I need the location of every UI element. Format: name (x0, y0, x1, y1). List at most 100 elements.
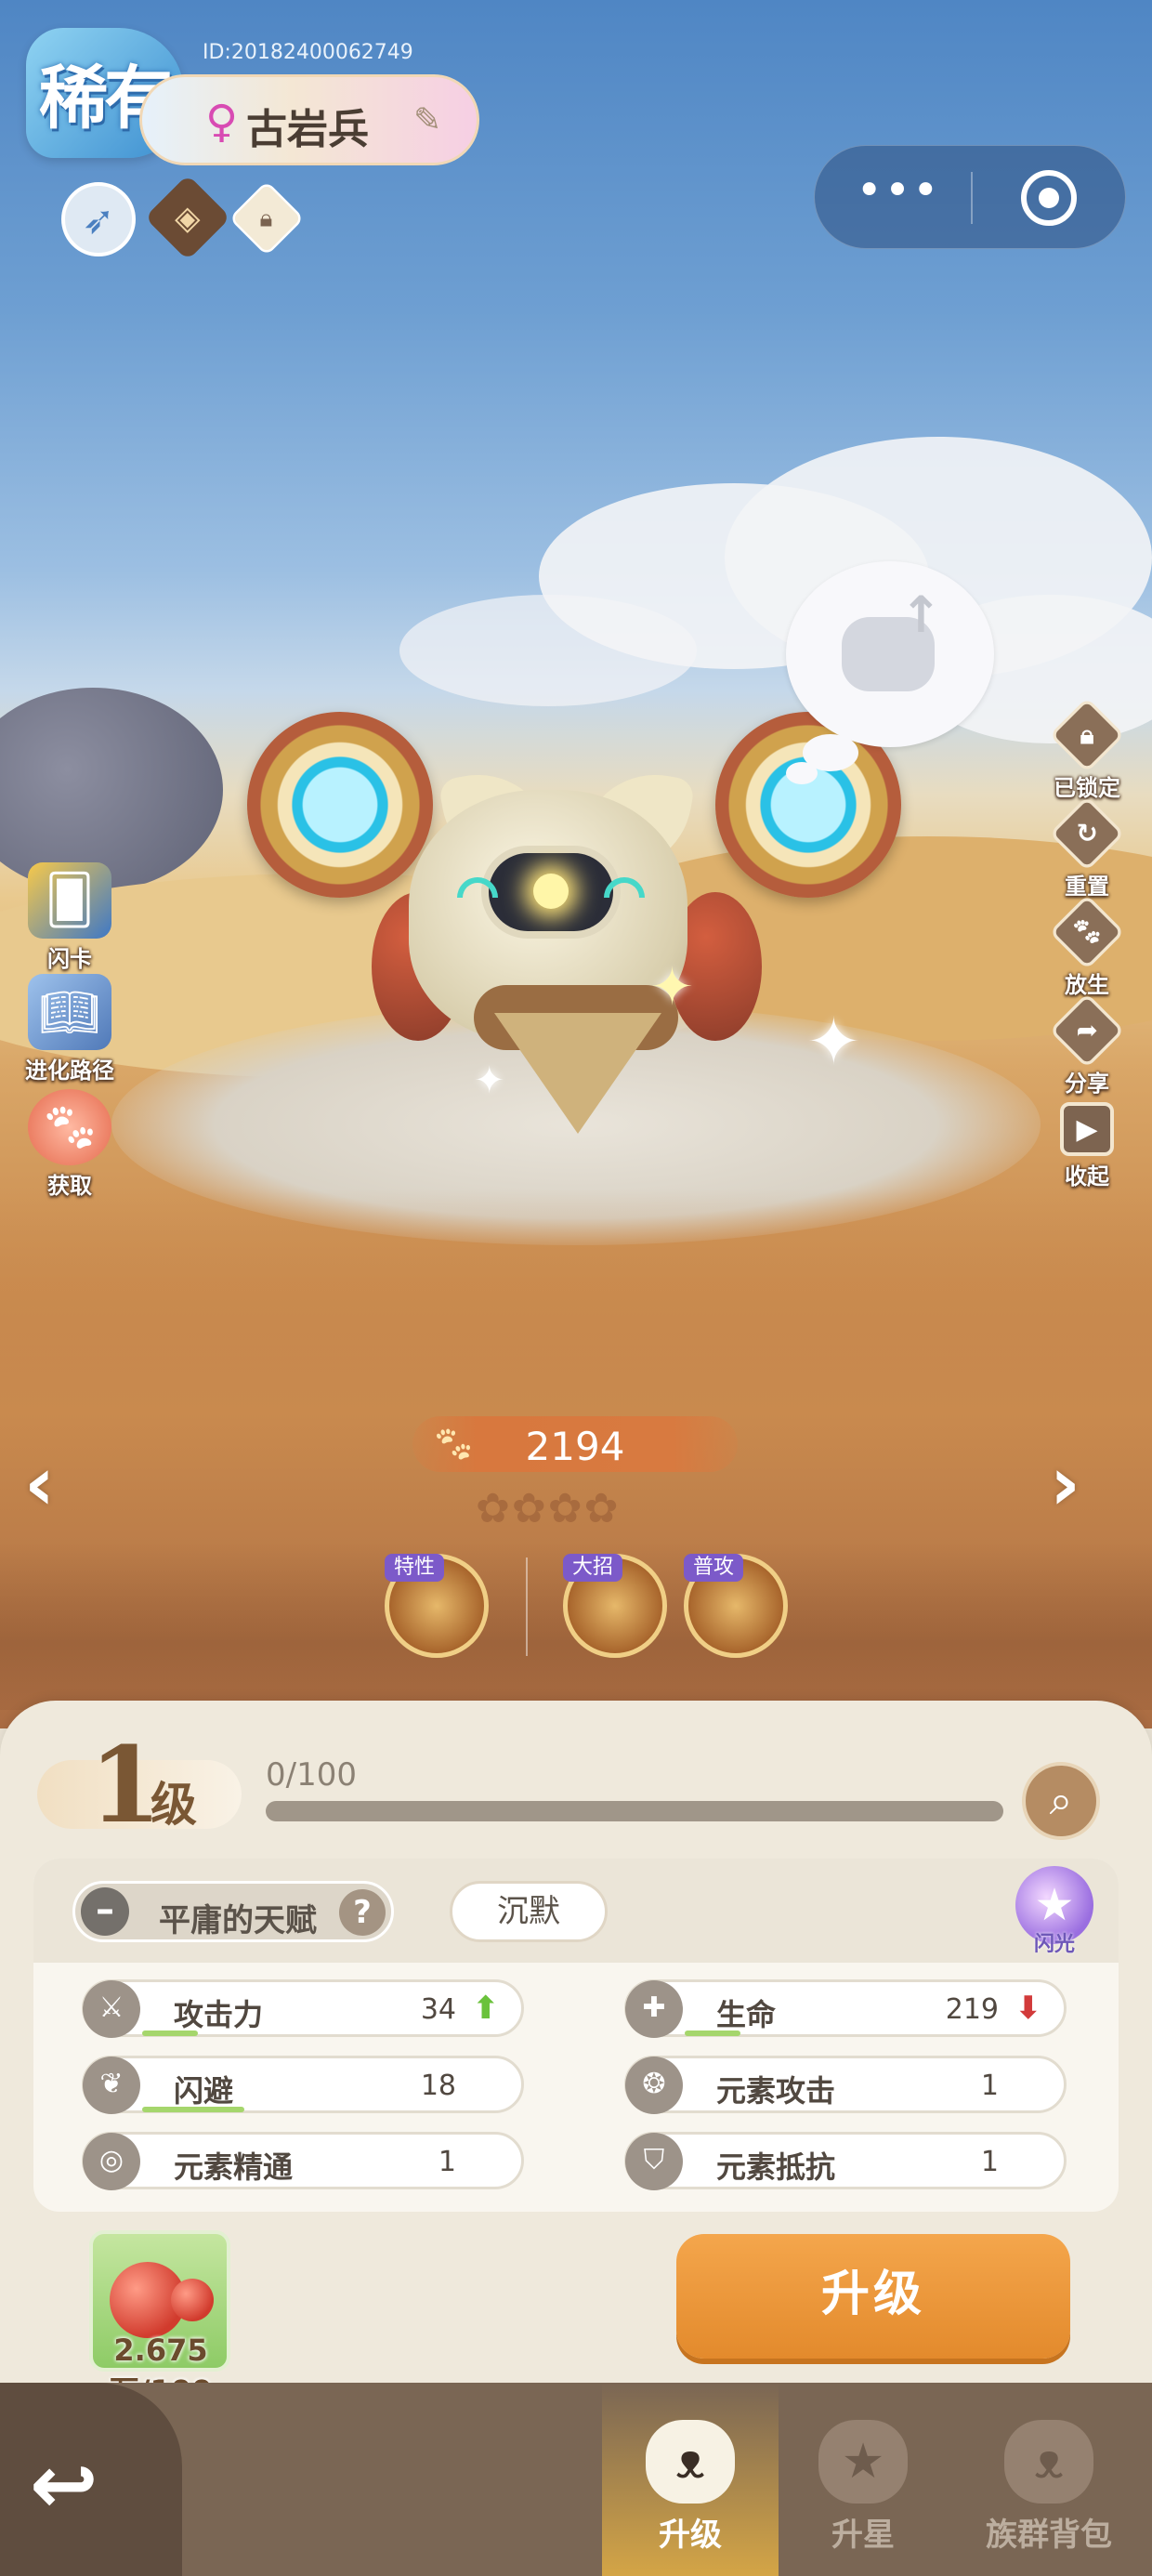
creature-cone (494, 1013, 661, 1134)
capsule-divider (971, 172, 973, 224)
collapse-icon: ▶ (1060, 1102, 1114, 1156)
right-menu-collapse[interactable]: ▶ 收起 (1041, 1102, 1133, 1190)
right-menu-label: 放生 (1065, 972, 1109, 998)
flash-label: 闪光 (1033, 1933, 1075, 1956)
swirl-icon: ❂ (625, 2057, 683, 2114)
stat-name: 闪避 (174, 2073, 234, 2109)
target-icon[interactable] (1021, 170, 1077, 226)
stat-bar (685, 2031, 740, 2036)
stat-attack: ⚔ 攻击力 34 ⬆ (82, 1979, 524, 2038)
empty-star-icon: ✿ (476, 1485, 512, 1532)
magnifier-icon[interactable]: ⌕ (1022, 1762, 1100, 1840)
upgrade-hint-icon (842, 585, 942, 691)
next-pet-arrow[interactable]: › (1050, 1440, 1080, 1527)
help-icon[interactable]: ? (339, 1889, 386, 1936)
right-menu-share[interactable]: ➦ 分享 (1041, 992, 1133, 1097)
sword-icon: ⚔ (83, 1980, 140, 2038)
star-rating: ✿✿✿✿ (476, 1485, 621, 1532)
normal-attack-tag: 普攻 (684, 1554, 744, 1582)
left-menu-label: 进化路径 (25, 1058, 114, 1084)
right-menu-reset[interactable]: ↻ 重置 (1041, 795, 1133, 900)
arrow-down-icon: ⬇ (1015, 1990, 1042, 2027)
left-orb (247, 712, 433, 898)
stat-value: 1 (980, 2070, 999, 2102)
stat-bar (142, 2031, 198, 2036)
talent-label: 平庸的天赋 (159, 1902, 317, 1939)
stat-element-mastery: ◎ 元素精通 1 (82, 2132, 524, 2190)
tab-upgrade[interactable]: ᴥ 升级 (602, 2383, 779, 2576)
stat-name: 生命 (716, 1997, 777, 2032)
tab-label: 升级 (659, 2517, 722, 2554)
sparkle-icon: ✦ (650, 957, 694, 1018)
card-icon: 🂠 (28, 862, 111, 939)
book-icon: 📖︎ (28, 974, 111, 1050)
stat-name: 元素攻击 (716, 2073, 836, 2109)
star-icon: ★ (818, 2420, 908, 2504)
group-bag-icon: ᴥ (1004, 2420, 1093, 2504)
stat-value: 1 (980, 2146, 999, 2178)
talent-pill[interactable]: – 平庸的天赋 ? (72, 1881, 394, 1942)
stat-value: 18 (420, 2070, 456, 2102)
right-menu-label: 已锁定 (1054, 775, 1120, 801)
left-menu-label: 获取 (47, 1173, 92, 1199)
sparkle-icon: ✦ (474, 1059, 505, 1102)
power-score: 🐾︎ 2194 (412, 1416, 738, 1472)
trait-tag: 特性 (385, 1554, 445, 1582)
creature-face (481, 846, 621, 939)
tab-label: 升星 (831, 2517, 895, 2554)
right-menu-locked[interactable]: 🔒︎ 已锁定 (1041, 697, 1133, 802)
back-arrow-icon[interactable]: ↩ (30, 2437, 98, 2532)
silent-status-button[interactable]: 沉默 (450, 1881, 608, 1942)
stat-hp: ✚ 生命 219 ⬇ (624, 1979, 1067, 2038)
share-arrow-icon: ➦ (1049, 992, 1125, 1069)
bow-icon[interactable]: ➶ (61, 182, 136, 256)
shield-icon: ⛉ (625, 2133, 683, 2190)
lock-icon: 🔒︎ (1049, 697, 1125, 773)
empty-star-icon: ✿ (583, 1485, 621, 1532)
right-menu-label: 重置 (1065, 874, 1109, 900)
heart-plus-icon: ✚ (625, 1980, 683, 2038)
paw-icon: 🐾︎ (28, 1089, 111, 1165)
power-value: 2194 (525, 1424, 625, 1469)
pen-icon[interactable]: ✎ (413, 101, 441, 139)
stat-dodge: ❦ 闪避 18 (82, 2056, 524, 2114)
level-unit: 级 (151, 1778, 197, 1832)
left-menu-obtain[interactable]: 🐾︎ 获取 (20, 1089, 119, 1200)
tab-star-up[interactable]: ★ 升星 (775, 2383, 951, 2576)
right-menu-label: 收起 (1065, 1163, 1109, 1189)
left-menu-evolution-path[interactable]: 📖︎ 进化路径 (7, 974, 132, 1084)
name-pill[interactable]: ♀ 古岩兵 ✎ (139, 74, 479, 165)
stat-value: 219 (945, 1993, 999, 2026)
more-icon[interactable]: ••• (856, 164, 941, 217)
mini-program-capsule: ••• (814, 145, 1126, 249)
left-menu-label: 闪卡 (47, 946, 92, 972)
reset-icon: ↻ (1049, 795, 1125, 872)
flash-button[interactable]: ★ 闪光 (1013, 1866, 1096, 1957)
stat-element-resist: ⛉ 元素抵抗 1 (624, 2132, 1067, 2190)
ultimate-tag: 大招 (563, 1554, 623, 1582)
empty-star-icon: ✿ (547, 1485, 584, 1532)
left-menu-flash-card[interactable]: 🂠 闪卡 (19, 862, 121, 973)
stat-value: 34 (420, 1993, 456, 2026)
tab-group-bag[interactable]: ᴥ 族群背包 (951, 2383, 1146, 2576)
spiral-icon: ◎ (83, 2133, 140, 2190)
stat-value: 1 (438, 2146, 456, 2178)
wing-icon: ❦ (83, 2057, 140, 2114)
previous-pet-arrow[interactable]: ‹ (24, 1440, 55, 1527)
right-menu-release[interactable]: 🐾︎ 放生 (1041, 894, 1133, 999)
talent-icon: – (81, 1887, 129, 1936)
exp-text: 0/100 (266, 1756, 357, 1794)
thought-bubble-dot (786, 762, 818, 784)
empty-star-icon: ✿ (511, 1485, 548, 1532)
stat-name: 元素抵抗 (716, 2149, 836, 2185)
paw-icon: 🐾︎ (1049, 894, 1125, 970)
pet-name: 古岩兵 (246, 106, 369, 153)
sparkle-icon: ✦ (806, 1004, 861, 1080)
material-blob (171, 2279, 214, 2321)
upgrade-button[interactable]: 升级 (676, 2234, 1070, 2359)
stat-name: 攻击力 (174, 1997, 264, 2032)
stat-name: 元素精通 (174, 2149, 294, 2185)
stat-element-attack: ❂ 元素攻击 1 (624, 2056, 1067, 2114)
tab-label: 族群背包 (986, 2517, 1112, 2554)
female-icon: ♀ (205, 96, 239, 148)
